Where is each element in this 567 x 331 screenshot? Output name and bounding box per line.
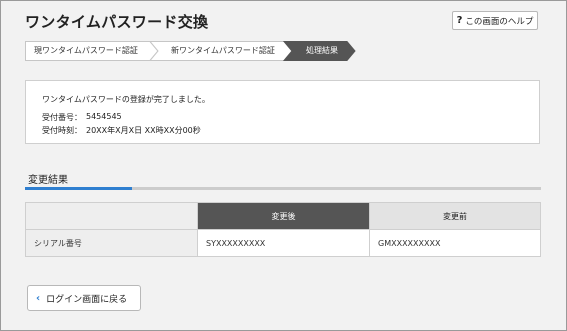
row-label-serial-number: シリアル番号: [25, 229, 198, 257]
help-button-label: この画面のヘルプ: [465, 16, 534, 27]
table-header-after: 変更後: [197, 202, 370, 230]
table-row: シリアル番号 SYXXXXXXXXX GMXXXXXXXXX: [25, 229, 541, 257]
back-to-login-button[interactable]: ‹ ログイン画面に戻る: [27, 285, 141, 311]
section-divider: [25, 187, 541, 190]
section-title: 変更結果: [28, 175, 68, 186]
table-header-row: 変更後 変更前: [25, 202, 541, 230]
help-button[interactable]: ? この画面のヘルプ: [452, 11, 538, 30]
completion-message: ワンタイムパスワードの登録が完了しました。: [42, 95, 210, 104]
table-header-before: 変更前: [369, 202, 541, 230]
back-to-login-label: ログイン画面に戻る: [46, 294, 128, 305]
receipt-number-value: 5454545: [86, 112, 122, 121]
step-1-label: 現ワンタイムパスワード認証: [34, 46, 138, 55]
receipt-time-label: 受付時刻：: [42, 126, 82, 135]
page-title: ワンタイムパスワード交換: [25, 13, 209, 31]
step-3-label: 処理結果: [306, 46, 338, 55]
receipt-time-line: 受付時刻： 20XX年X月X日 XX時XX分00秒: [42, 125, 201, 136]
receipt-time-value: 20XX年X月X日 XX時XX分00秒: [86, 126, 201, 135]
step-2-label: 新ワンタイムパスワード認証: [171, 46, 275, 55]
change-result-table: 変更後 変更前 シリアル番号 SYXXXXXXXXX GMXXXXXXXXX: [25, 202, 541, 257]
completion-message-box: ワンタイムパスワードの登録が完了しました。 受付番号： 5454545 受付時刻…: [25, 80, 540, 144]
serial-number-after: SYXXXXXXXXX: [197, 229, 370, 257]
table-header-corner: [25, 202, 198, 230]
chevron-left-icon: ‹: [36, 292, 41, 304]
section-divider-accent: [25, 187, 132, 190]
question-mark-icon: ?: [456, 15, 463, 26]
progress-steps: 現ワンタイムパスワード認証 新ワンタイムパスワード認証 処理結果: [25, 41, 357, 61]
receipt-number-label: 受付番号：: [42, 113, 82, 122]
page-frame: ワンタイムパスワード交換 ? この画面のヘルプ 現ワンタイムパスワード認証 新ワ…: [0, 0, 567, 331]
serial-number-before: GMXXXXXXXXX: [369, 229, 541, 257]
receipt-number-line: 受付番号： 5454545: [42, 112, 122, 123]
